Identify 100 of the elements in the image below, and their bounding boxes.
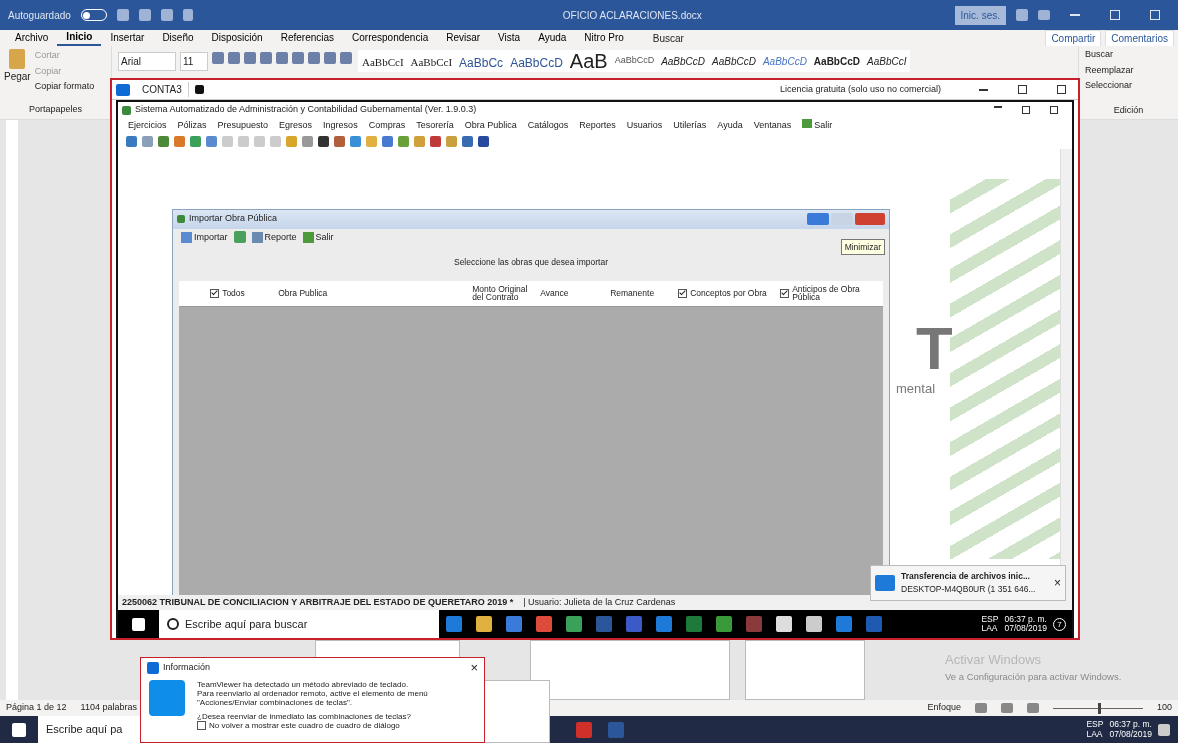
focus-button[interactable]: Enfoque — [927, 701, 961, 715]
app-icon[interactable] — [776, 616, 792, 632]
font-field[interactable]: Arial — [118, 52, 176, 71]
user-name: | Usuario: Julieta de la Cruz Cardenas — [523, 595, 676, 609]
ribbon-tab[interactable]: Diseño — [153, 31, 203, 45]
style-preview[interactable]: AaBbCcD — [614, 54, 655, 68]
column-header[interactable]: Remanente — [606, 289, 675, 298]
clock-time[interactable]: 06:37 p. m. — [1004, 614, 1047, 624]
ribbon-tab[interactable]: Disposición — [202, 31, 272, 45]
editing-action[interactable]: Seleccionar — [1085, 79, 1172, 93]
zoom-level: 100 — [1156, 701, 1172, 715]
app-icon[interactable] — [446, 616, 462, 632]
menu-item[interactable]: Utilerías — [673, 119, 707, 133]
clock-date[interactable]: 07/08/2019 — [1109, 729, 1152, 739]
paste-button[interactable]: Pegar — [4, 69, 31, 84]
language-indicator[interactable]: ESP — [981, 614, 999, 624]
checkbox[interactable] — [210, 288, 220, 298]
ribbon-tab[interactable]: Nitro Pro — [575, 31, 633, 45]
ribbon-tab[interactable]: Insertar — [101, 31, 154, 45]
app-icon[interactable] — [536, 616, 552, 632]
menu-item[interactable]: Catálogos — [527, 119, 569, 133]
minimize-icon[interactable] — [979, 88, 988, 91]
column-header[interactable]: Conceptos por Obra — [674, 288, 777, 298]
column-header[interactable]: Obra Publica — [274, 289, 469, 298]
menu-item[interactable]: Ingresos — [323, 119, 358, 133]
toolbar-icon[interactable] — [478, 135, 489, 147]
style-preview[interactable]: AaBbCcD — [813, 54, 860, 69]
style-preview[interactable]: AaBbCcD — [661, 54, 706, 69]
taskbar-search-field[interactable]: Escribe aquí para buscar — [159, 610, 439, 638]
editing-action[interactable]: Reemplazar — [1085, 63, 1172, 77]
sign-in-button[interactable]: Inic. ses. — [954, 5, 1006, 25]
info-message: TeamViewer ha detectado un método abreviado de teclado. Para reenviarlo al ordenador remoto, active el elemento de menú "Acciones/Enviar combinaciones de teclas". — [197, 679, 428, 708]
clock-time[interactable]: 06:37 p. m. — [1109, 720, 1152, 730]
checkbox[interactable] — [780, 288, 790, 298]
group-label: Edición — [1112, 103, 1145, 117]
ribbon-tab[interactable]: Referencias — [271, 31, 344, 45]
checkbox[interactable] — [678, 288, 688, 298]
toolbar-button[interactable]: Salir — [302, 230, 334, 244]
language-indicator[interactable]: ESP — [1086, 720, 1104, 730]
checkbox[interactable] — [197, 721, 206, 731]
ribbon-tab[interactable]: Vista — [489, 31, 530, 45]
menu-item[interactable]: Tesorería — [416, 119, 454, 133]
app-icon[interactable] — [656, 616, 672, 632]
style-preview[interactable]: AaBbCcD — [762, 54, 807, 69]
page-count: Página 1 de 12 — [6, 701, 67, 715]
session-tab[interactable]: CONTA3 — [136, 82, 189, 97]
menu-item[interactable]: Salir — [802, 119, 833, 133]
app-icon[interactable] — [716, 616, 732, 632]
style-preview[interactable]: AaBbCcD — [712, 54, 756, 69]
close-button[interactable]: × — [1054, 574, 1061, 592]
ribbon-tab[interactable]: Revisar — [437, 31, 490, 45]
toolbar-button[interactable]: Importar — [181, 230, 228, 244]
menu-item[interactable]: Ayuda — [717, 119, 743, 133]
app-icon[interactable] — [566, 616, 582, 632]
ribbon-tab[interactable]: Ayuda — [529, 31, 576, 45]
toolbar-icon[interactable] — [318, 135, 329, 147]
autosave-label: Autoguardado — [8, 8, 71, 23]
restore-icon[interactable] — [1022, 106, 1030, 114]
clipboard-action[interactable]: Copiar formato — [34, 80, 95, 94]
toolbar-icon[interactable] — [462, 135, 473, 147]
style-preview[interactable]: AaB — [569, 54, 608, 68]
column-header[interactable]: Anticipos de Obra Pública — [776, 284, 883, 302]
menu-item[interactable]: Compras — [368, 119, 406, 133]
style-preview[interactable]: AaBbCcD — [510, 54, 563, 72]
style-preview[interactable]: AaBbCcI — [362, 54, 404, 71]
menu-item[interactable]: Reportes — [579, 119, 616, 133]
app-icon[interactable] — [806, 616, 822, 632]
menu-item[interactable]: Pólizas — [177, 119, 207, 133]
search-field[interactable]: Buscar — [652, 30, 684, 46]
font-size-field[interactable]: 11 — [180, 52, 208, 71]
group-label: Portapapeles — [27, 102, 83, 116]
style-preview[interactable]: AaBbCcI — [410, 54, 453, 71]
style-preview[interactable]: AaBbCc — [459, 54, 504, 72]
menu-item[interactable]: Ventanas — [753, 119, 792, 133]
close-button[interactable]: × — [470, 661, 478, 675]
app-icon[interactable] — [836, 616, 852, 632]
ribbon-tab[interactable]: Correspondencia — [343, 31, 438, 45]
keyboard-layout[interactable]: LAA — [981, 624, 999, 634]
keyboard-layout[interactable]: LAA — [1086, 729, 1104, 739]
app-icon[interactable] — [506, 616, 522, 632]
menu-item[interactable]: Usuarios — [626, 119, 663, 133]
menu-item[interactable]: Ejercicios — [128, 119, 167, 133]
document-title: OFICIO ACLARACIONES.docx — [562, 8, 702, 23]
column-header[interactable]: Avance — [536, 289, 607, 298]
menu-item[interactable]: Egresos — [279, 119, 313, 133]
toolbar-button[interactable]: Reporte — [251, 230, 297, 244]
menu-item[interactable]: Presupuesto — [217, 119, 269, 133]
style-preview[interactable]: AaBbCcI — [867, 54, 907, 69]
editing-action[interactable]: Buscar — [1085, 48, 1172, 62]
scrollbar[interactable] — [1060, 148, 1072, 595]
column-header[interactable]: Todos — [206, 288, 275, 298]
column-header[interactable]: Monto Original del Contrato — [468, 284, 537, 302]
app-icon[interactable] — [476, 616, 492, 632]
zoom-slider-thumb[interactable] — [1097, 702, 1101, 714]
info-question: ¿Desea reenviar de inmediato las combinaciones de teclas? — [197, 712, 412, 722]
toolbar-icon[interactable] — [430, 135, 441, 147]
clock-date[interactable]: 07/08/2019 — [1004, 624, 1047, 634]
ribbon-tab[interactable]: Archivo — [6, 31, 58, 45]
maximize-icon[interactable] — [1018, 85, 1027, 94]
menu-item[interactable]: Obra Publica — [464, 119, 517, 133]
